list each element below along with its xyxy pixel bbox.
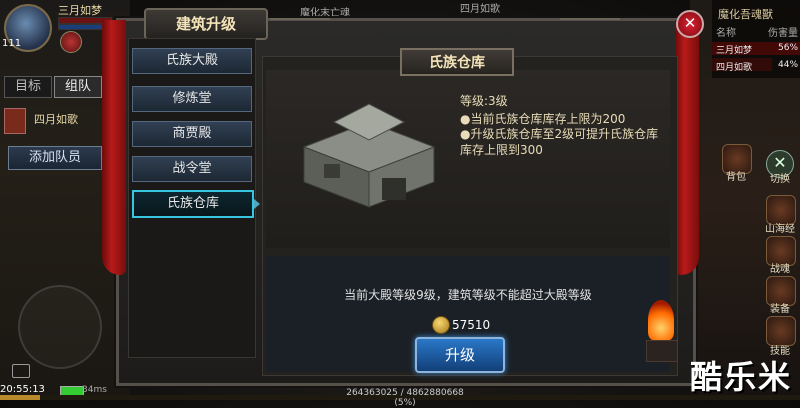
left-curtain: [102, 20, 126, 275]
nav-merchant-hall[interactable]: 商贾殿: [132, 121, 252, 147]
top-hint-2: 四月如歌: [460, 4, 500, 15]
dialog-title: 建筑升级: [175, 15, 236, 33]
damage-col-name: 名称: [716, 28, 736, 39]
upgrade-cost: 57510: [452, 318, 491, 332]
title-ornament: [560, 18, 620, 30]
damage-row-pct: 56%: [778, 43, 799, 53]
top-hint: 魔化末亡魂: [300, 8, 350, 19]
add-member-button[interactable]: 添加队员: [8, 146, 102, 170]
player-level: 111: [2, 38, 22, 49]
switch-label: 切换: [770, 174, 790, 185]
war-soul-label: 战魂: [770, 264, 790, 275]
watermark-logo: 酷乐米: [690, 358, 793, 396]
nav-training-hall[interactable]: 修炼堂: [132, 86, 252, 112]
shanhaijing-label: 山海经: [765, 224, 795, 235]
fire-brazier-icon: [648, 300, 674, 340]
warehouse-building-icon: [302, 103, 436, 208]
ping-text: 34ms: [82, 385, 107, 395]
current-capacity-text: ●当前氏族仓库库存上限为200: [460, 112, 626, 126]
close-button[interactable]: ✕: [676, 10, 704, 38]
buff-icon[interactable]: [60, 31, 82, 53]
damage-row-name: 四月如歌: [716, 63, 753, 73]
damage-row-name: 三月如梦: [716, 46, 753, 56]
building-level: 等级:3级: [460, 94, 508, 108]
nav-battle-order-hall[interactable]: 战令堂: [132, 156, 252, 182]
upgrade-restriction-notice: 当前大殿等级9级，建筑等级不能超过大殿等级: [344, 288, 592, 302]
nav-selected-arrow-icon: [254, 199, 260, 209]
nav-clan-warehouse[interactable]: 氏族仓库: [132, 190, 254, 218]
gold-coin-icon: [432, 316, 450, 334]
player-name: 三月如梦: [58, 4, 102, 17]
damage-panel-title: 魔化吾魂獸: [718, 8, 773, 21]
title-ornament: [270, 18, 330, 30]
tab-team[interactable]: 组队: [54, 76, 102, 98]
nav-clan-hall[interactable]: 氏族大殿: [132, 48, 252, 74]
experience-text: 264363025 / 4862880668 (5%): [346, 388, 464, 408]
team-member-name[interactable]: 四月如歌: [34, 111, 78, 127]
virtual-joystick[interactable]: [18, 285, 102, 369]
camera-icon[interactable]: [12, 364, 30, 378]
clock-text: 20:55:13: [0, 384, 45, 395]
damage-col-damage: 伤害量: [768, 28, 798, 39]
member-avatar[interactable]: [4, 108, 26, 134]
experience-fill: [0, 395, 40, 400]
upgrade-benefit-text: ●升级氏族仓库至2级可提升氏族仓库库存上限到300: [460, 127, 659, 157]
damage-row-pct: 44%: [778, 60, 799, 70]
backpack-label: 背包: [726, 172, 746, 183]
equipment-label: 装备: [770, 304, 790, 315]
right-curtain: [675, 20, 699, 275]
upgrade-button[interactable]: 升级: [415, 337, 505, 373]
tab-target[interactable]: 目标: [4, 76, 52, 98]
brazier-stand: [646, 340, 678, 362]
section-title: 氏族仓库: [429, 55, 485, 71]
